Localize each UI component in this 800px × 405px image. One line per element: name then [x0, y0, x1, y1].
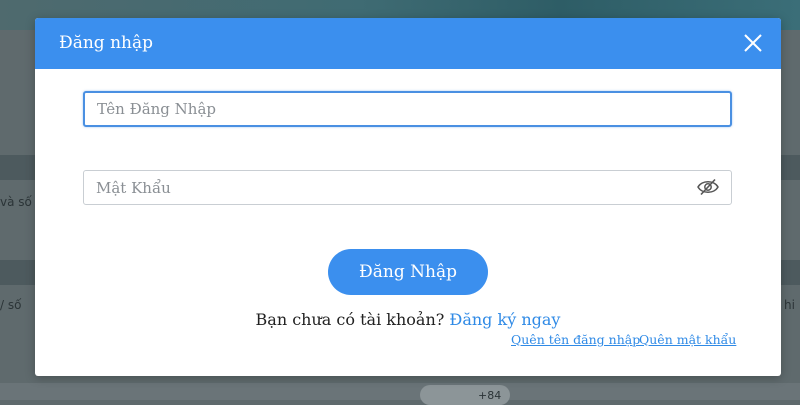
eye-slash-icon[interactable] [697, 178, 719, 196]
close-icon[interactable] [743, 33, 763, 53]
forgot-username-link[interactable]: Quên tên đăng nhập [511, 332, 640, 347]
background-footer [0, 383, 800, 400]
signup-prompt-line: Bạn chưa có tài khoản? Đăng ký ngay [35, 310, 781, 329]
background-text: và số [0, 195, 32, 209]
username-input[interactable] [83, 91, 732, 127]
background-phone-field: +84 [420, 385, 510, 405]
forgot-password-link[interactable]: Quên mật khẩu [639, 332, 736, 347]
modal-header: Đăng nhập [35, 18, 781, 69]
background-text: hi [784, 298, 795, 312]
background-text: / số [0, 298, 22, 312]
signup-prompt: Bạn chưa có tài khoản? [255, 310, 445, 329]
signup-link[interactable]: Đăng ký ngay [449, 310, 560, 329]
password-input[interactable] [83, 170, 732, 205]
background-text: +84 [478, 389, 502, 402]
login-modal: Đăng nhập Đăng Nhập Bạn chưa có tài khoả… [35, 18, 781, 376]
login-button[interactable]: Đăng Nhập [328, 249, 488, 295]
modal-title: Đăng nhập [59, 33, 154, 53]
